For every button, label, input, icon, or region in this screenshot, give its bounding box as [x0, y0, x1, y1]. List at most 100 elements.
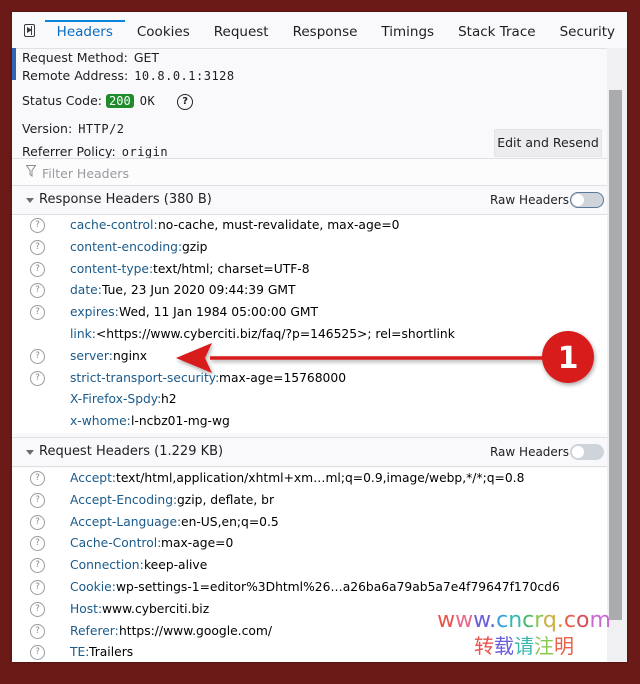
tab-stack-trace[interactable]: Stack Trace	[446, 12, 547, 48]
selection-accent	[12, 48, 16, 80]
remote-address-value: 10.8.0.1:3128	[134, 69, 235, 83]
devtools-network-details-panel: Headers Cookies Request Response Timings…	[12, 12, 627, 662]
filter-bar	[12, 158, 607, 186]
referrer-policy-value: origin	[121, 145, 169, 159]
header-row[interactable]: ? Connection: keep-alive	[12, 555, 607, 577]
header-name: Cache-Control:	[70, 536, 162, 551]
status-text: OK	[139, 94, 156, 108]
help-icon[interactable]: ?	[30, 514, 45, 530]
status-help-icon[interactable]: ?	[177, 93, 194, 110]
version-row: Version: HTTP/2	[22, 121, 125, 136]
help-icon[interactable]: ?	[30, 471, 45, 486]
response-headers-header[interactable]: Response Headers (380 B) Raw Headers	[12, 185, 607, 215]
header-row[interactable]: link: <https://www.cyberciti.biz/faq/?p=1…	[12, 324, 607, 346]
header-name: content-encoding:	[70, 239, 183, 254]
request-raw-headers-toggle[interactable]	[570, 444, 604, 460]
header-name: link:	[70, 326, 96, 341]
help-icon[interactable]: ?	[30, 536, 45, 552]
header-row[interactable]: ? Accept-Encoding: gzip, deflate, br	[12, 490, 607, 512]
header-row[interactable]: ? Host: www.cyberciti.biz	[12, 599, 607, 621]
referrer-policy-row: Referrer Policy: origin	[22, 144, 168, 159]
response-raw-headers-toggle[interactable]	[570, 192, 604, 208]
help-icon[interactable]: ?	[30, 579, 45, 595]
help-icon[interactable]: ?	[30, 492, 45, 508]
header-name: Cookie:	[70, 579, 116, 594]
header-name: Host:	[70, 601, 103, 616]
header-row[interactable]: X-Firefox-Spdy: h2	[12, 389, 607, 411]
raw-headers-label: Raw Headers	[489, 193, 569, 207]
edit-and-resend-button[interactable]: Edit and Resend	[494, 129, 602, 157]
header-name: expires:	[70, 305, 119, 320]
header-row[interactable]: ? strict-transport-security: max-age=15768…	[12, 368, 607, 390]
version-value: HTTP/2	[78, 122, 125, 136]
scrollbar-thumb[interactable]	[609, 90, 622, 620]
header-value: max-age=0	[161, 536, 234, 551]
header-row[interactable]: ? server: nginx	[12, 346, 607, 368]
response-headers-list: ? cache-control: no-cache, must-revalidate…	[12, 215, 607, 433]
header-value: wp-settings-1=editor%3Dhtml%26…a26ba6a79…	[116, 579, 560, 594]
header-name: X-Firefox-Spdy:	[70, 392, 162, 407]
help-icon[interactable]: ?	[30, 623, 45, 639]
request-headers-title: Request Headers (1.229 KB)	[39, 444, 224, 459]
help-icon[interactable]: ?	[30, 283, 45, 299]
header-name: TE:	[70, 645, 90, 660]
header-row[interactable]: ? Cache-Control: max-age=0	[12, 533, 607, 555]
response-headers-title: Response Headers (380 B)	[39, 192, 212, 207]
tab-response[interactable]: Response	[281, 12, 370, 48]
header-name: Connection:	[70, 558, 144, 573]
header-name: date:	[70, 283, 102, 298]
remote-address-label: Remote Address:	[22, 68, 129, 83]
header-name: Accept:	[70, 471, 117, 485]
help-icon[interactable]: ?	[30, 239, 45, 255]
header-row[interactable]: ? content-encoding: gzip	[12, 237, 607, 259]
raw-headers-label: Raw Headers	[489, 445, 569, 459]
header-name: Referer:	[70, 623, 119, 638]
header-row[interactable]: ? expires: Wed, 11 Jan 1984 05:00:00 GMT	[12, 302, 607, 324]
tab-security[interactable]: Security	[548, 12, 627, 48]
header-value: max-age=15768000	[219, 370, 347, 385]
header-row[interactable]: ? TE: Trailers	[12, 642, 607, 662]
status-badge: 200	[106, 94, 134, 108]
tab-headers[interactable]: Headers	[44, 12, 126, 48]
toggle-knob	[572, 193, 584, 206]
help-icon[interactable]: ?	[30, 218, 45, 233]
header-row[interactable]: ? Accept: text/html,application/xhtml+xm…m…	[12, 468, 607, 490]
header-row[interactable]: x-whome: l-ncbz01-mg-wg	[12, 411, 607, 433]
expand-triangle-icon[interactable]	[26, 450, 34, 455]
tab-timings[interactable]: Timings	[369, 12, 446, 48]
header-row[interactable]: ? content-type: text/html; charset=UTF-8	[12, 259, 607, 281]
expand-triangle-icon[interactable]	[26, 198, 34, 203]
help-icon[interactable]: ?	[30, 645, 45, 661]
header-value: Wed, 11 Jan 1984 05:00:00 GMT	[119, 305, 319, 320]
tab-cookies[interactable]: Cookies	[125, 12, 202, 48]
details-tab-bar: Headers Cookies Request Response Timings…	[12, 12, 627, 49]
header-name: strict-transport-security:	[70, 370, 220, 385]
header-value: text/html,application/xhtml+xm…ml;q=0.9,…	[116, 471, 525, 485]
header-row[interactable]: ? date: Tue, 23 Jun 2020 09:44:39 GMT	[12, 280, 607, 302]
help-icon[interactable]: ?	[30, 261, 45, 277]
header-row[interactable]: ? Cookie: wp-settings-1=editor%3Dhtml%26…a…	[12, 577, 607, 599]
request-headers-header[interactable]: Request Headers (1.229 KB) Raw Headers	[12, 437, 607, 467]
help-icon[interactable]: ?	[30, 348, 45, 364]
header-value: www.cyberciti.biz	[102, 601, 210, 616]
help-icon[interactable]: ?	[30, 305, 45, 321]
help-icon[interactable]: ?	[30, 370, 45, 386]
header-value: no-cache, must-revalidate, max-age=0	[158, 218, 400, 232]
version-label: Version:	[22, 121, 73, 136]
header-value: Trailers	[89, 645, 134, 660]
header-row[interactable]: ? Accept-Language: en-US,en;q=0.5	[12, 512, 607, 534]
header-value: <https://www.cyberciti.biz/faq/?p=146525…	[96, 326, 455, 341]
header-value: keep-alive	[144, 558, 208, 573]
header-row[interactable]: ? cache-control: no-cache, must-revalidate…	[12, 215, 607, 237]
header-name: x-whome:	[70, 414, 131, 429]
filter-headers-input[interactable]	[40, 162, 584, 184]
request-headers-list: ? Accept: text/html,application/xhtml+xm…m…	[12, 468, 607, 662]
help-icon[interactable]: ?	[30, 601, 45, 617]
toggle-sidebar-icon[interactable]	[24, 23, 35, 37]
help-icon[interactable]: ?	[30, 558, 45, 574]
tab-request[interactable]: Request	[202, 12, 281, 48]
header-row[interactable]: ? Referer: https://www.google.com/	[12, 621, 607, 643]
referrer-policy-label: Referrer Policy:	[22, 144, 116, 159]
header-value: text/html; charset=UTF-8	[153, 261, 310, 276]
header-value: gzip	[182, 239, 208, 254]
